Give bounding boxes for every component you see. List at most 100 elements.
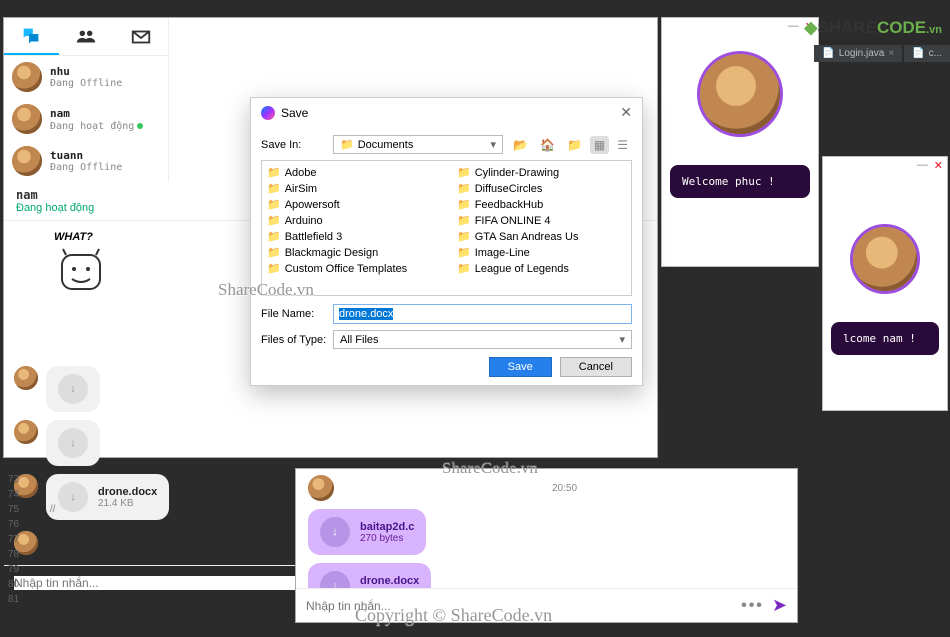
contact-item[interactable]: tuann Đang Offline (4, 140, 168, 182)
file-name-input[interactable]: drone.docx (333, 304, 632, 324)
file-icon: 📄 (822, 48, 834, 59)
file-name: drone.docx (98, 486, 157, 498)
save-button[interactable]: Save (489, 357, 552, 377)
titlebar: —✕ (823, 157, 947, 174)
folder-icon: 📁 (457, 246, 471, 259)
cancel-button[interactable]: Cancel (560, 357, 632, 377)
avatar (12, 62, 42, 92)
dialog-toolbar: 📂 🏠 📁 ▦ ☰ (509, 136, 632, 154)
contact-list: nhu Đang Offline nam Đang hoạt động tuan… (4, 56, 168, 182)
file-type-value: All Files (340, 334, 379, 346)
contact-status: Đang Offline (50, 78, 122, 89)
tab-mail[interactable] (113, 18, 168, 55)
save-in-label: Save In: (261, 139, 327, 151)
contact-name: tuann (50, 149, 122, 162)
avatar (12, 146, 42, 176)
folder-item[interactable]: 📁FeedbackHub (456, 197, 626, 212)
folder-item[interactable]: 📁Arduino (266, 213, 436, 228)
download-icon[interactable]: ↓ (320, 517, 350, 547)
folder-icon: 📁 (457, 214, 471, 227)
message-row: ↓ (14, 420, 647, 466)
folder-item[interactable]: 📁Adobe (266, 165, 436, 180)
messenger-icon (261, 106, 275, 120)
download-icon[interactable]: ↓ (58, 374, 88, 404)
file-bubble[interactable]: ↓ drone.docx21.4 KB (308, 563, 431, 588)
save-dialog: Save ✕ Save In: 📁 Documents ▾ 📂 🏠 📁 ▦ ☰ … (250, 97, 643, 386)
send-button[interactable]: ➤ (772, 595, 787, 616)
group-icon (73, 26, 99, 48)
grid-view-button[interactable]: ▦ (590, 136, 609, 154)
tab-chats[interactable] (4, 18, 59, 55)
dialog-title: Save (281, 106, 308, 120)
contact-status: Đang hoạt động (50, 121, 134, 132)
minimize-button[interactable]: — (788, 20, 799, 33)
tab-groups[interactable] (59, 18, 114, 55)
folder-icon: 📁 (267, 230, 281, 243)
code-gutter: 73 74 75 // 76 77 78 79 80 81 (8, 472, 55, 607)
file-type-combo[interactable]: All Files ▾ (333, 330, 632, 349)
file-bubble[interactable]: ↓ baitap2d.c270 bytes (308, 509, 426, 555)
file-bubble[interactable]: ↓ (46, 420, 100, 466)
download-icon[interactable]: ↓ (320, 571, 350, 588)
folder-item[interactable]: 📁DiffuseCircles (456, 181, 626, 196)
folder-icon: 📁 (457, 166, 471, 179)
watermark-logo: ◆SHARECODE.vn (804, 18, 942, 38)
folder-item[interactable]: 📁FIFA ONLINE 4 (456, 213, 626, 228)
message-input[interactable] (306, 599, 733, 613)
folder-item[interactable]: 📁Cylinder-Drawing (456, 165, 626, 180)
mail-icon (128, 26, 154, 48)
folder-item[interactable]: 📁Custom Office Templates (266, 261, 436, 276)
chat-window-2: 20:50 ↓ baitap2d.c270 bytes ↓ drone.docx… (295, 468, 798, 623)
contact-name: nhu (50, 65, 122, 78)
folder-item[interactable]: 📁GTA San Andreas Us (456, 229, 626, 244)
save-in-value: Documents (358, 139, 414, 151)
folder-icon: 📁 (267, 214, 281, 227)
folder-item[interactable]: 📁League of Legends (456, 261, 626, 276)
download-icon[interactable]: ↓ (58, 428, 88, 458)
list-view-button[interactable]: ☰ (613, 136, 632, 154)
file-icon: 📄 (912, 48, 924, 59)
ide-tabs: 📄Login.java× 📄c... (814, 45, 950, 62)
folder-icon: 📁 (267, 166, 281, 179)
sidebar-tabs (4, 18, 168, 56)
message-row: ↓ baitap2d.c270 bytes (308, 509, 785, 555)
folder-icon: 📁 (267, 198, 281, 211)
contact-name: nam (50, 107, 143, 120)
avatar (12, 104, 42, 134)
up-folder-button[interactable]: 📂 (509, 136, 532, 154)
folder-icon: 📁 (457, 198, 471, 211)
avatar (697, 51, 783, 137)
download-icon[interactable]: ↓ (58, 482, 88, 512)
folder-item[interactable]: 📁Image-Line (456, 245, 626, 260)
folder-item[interactable]: 📁AirSim (266, 181, 436, 196)
folder-item[interactable]: 📁Apowersoft (266, 197, 436, 212)
folder-item[interactable]: 📁Blackmagic Design (266, 245, 436, 260)
new-folder-button[interactable]: 📁 (563, 136, 586, 154)
contact-item[interactable]: nam Đang hoạt động (4, 98, 168, 140)
folder-listing[interactable]: 📁Adobe 📁AirSim 📁Apowersoft 📁Arduino 📁Bat… (261, 160, 632, 296)
folder-icon: 📁 (457, 230, 471, 243)
home-button[interactable]: 🏠 (536, 136, 559, 154)
titlebar: —✕ (662, 18, 818, 35)
ide-tab[interactable]: 📄c... (904, 45, 950, 62)
close-tab-icon[interactable]: × (888, 48, 894, 59)
close-button[interactable]: ✕ (934, 159, 943, 172)
file-bubble[interactable]: ↓ drone.docx 21.4 KB (46, 474, 169, 520)
message-list[interactable]: 20:50 ↓ baitap2d.c270 bytes ↓ drone.docx… (296, 469, 797, 588)
ide-tab[interactable]: 📄Login.java× (814, 45, 902, 62)
online-dot-icon (137, 123, 143, 129)
more-icon[interactable]: ••• (741, 597, 764, 615)
file-bubble[interactable]: ↓ (46, 366, 100, 412)
file-size: 270 bytes (360, 533, 414, 544)
folder-icon: 📁 (267, 182, 281, 195)
chat-icon (18, 25, 44, 47)
file-name: drone.docx (360, 575, 419, 587)
close-button[interactable]: ✕ (620, 104, 632, 121)
welcome-text: lcome nam ! (831, 322, 939, 355)
contact-item[interactable]: nhu Đang Offline (4, 56, 168, 98)
folder-item[interactable]: 📁Battlefield 3 (266, 229, 436, 244)
contact-status: Đang Offline (50, 162, 122, 173)
save-in-combo[interactable]: 📁 Documents ▾ (333, 135, 503, 154)
minimize-button[interactable]: — (917, 159, 928, 172)
chevron-down-icon: ▾ (491, 138, 497, 151)
